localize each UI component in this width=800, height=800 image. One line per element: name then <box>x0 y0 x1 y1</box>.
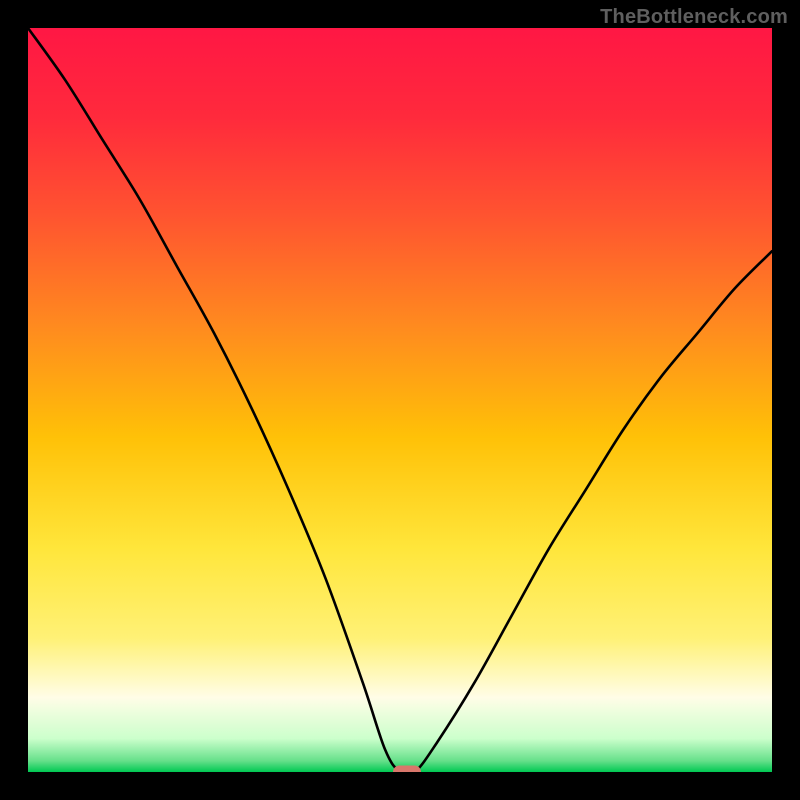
chart-canvas <box>28 28 772 772</box>
gradient-background <box>28 28 772 772</box>
chart-frame: TheBottleneck.com <box>0 0 800 800</box>
optimal-marker <box>393 766 421 773</box>
watermark-text: TheBottleneck.com <box>600 6 788 29</box>
plot-area <box>28 28 772 772</box>
